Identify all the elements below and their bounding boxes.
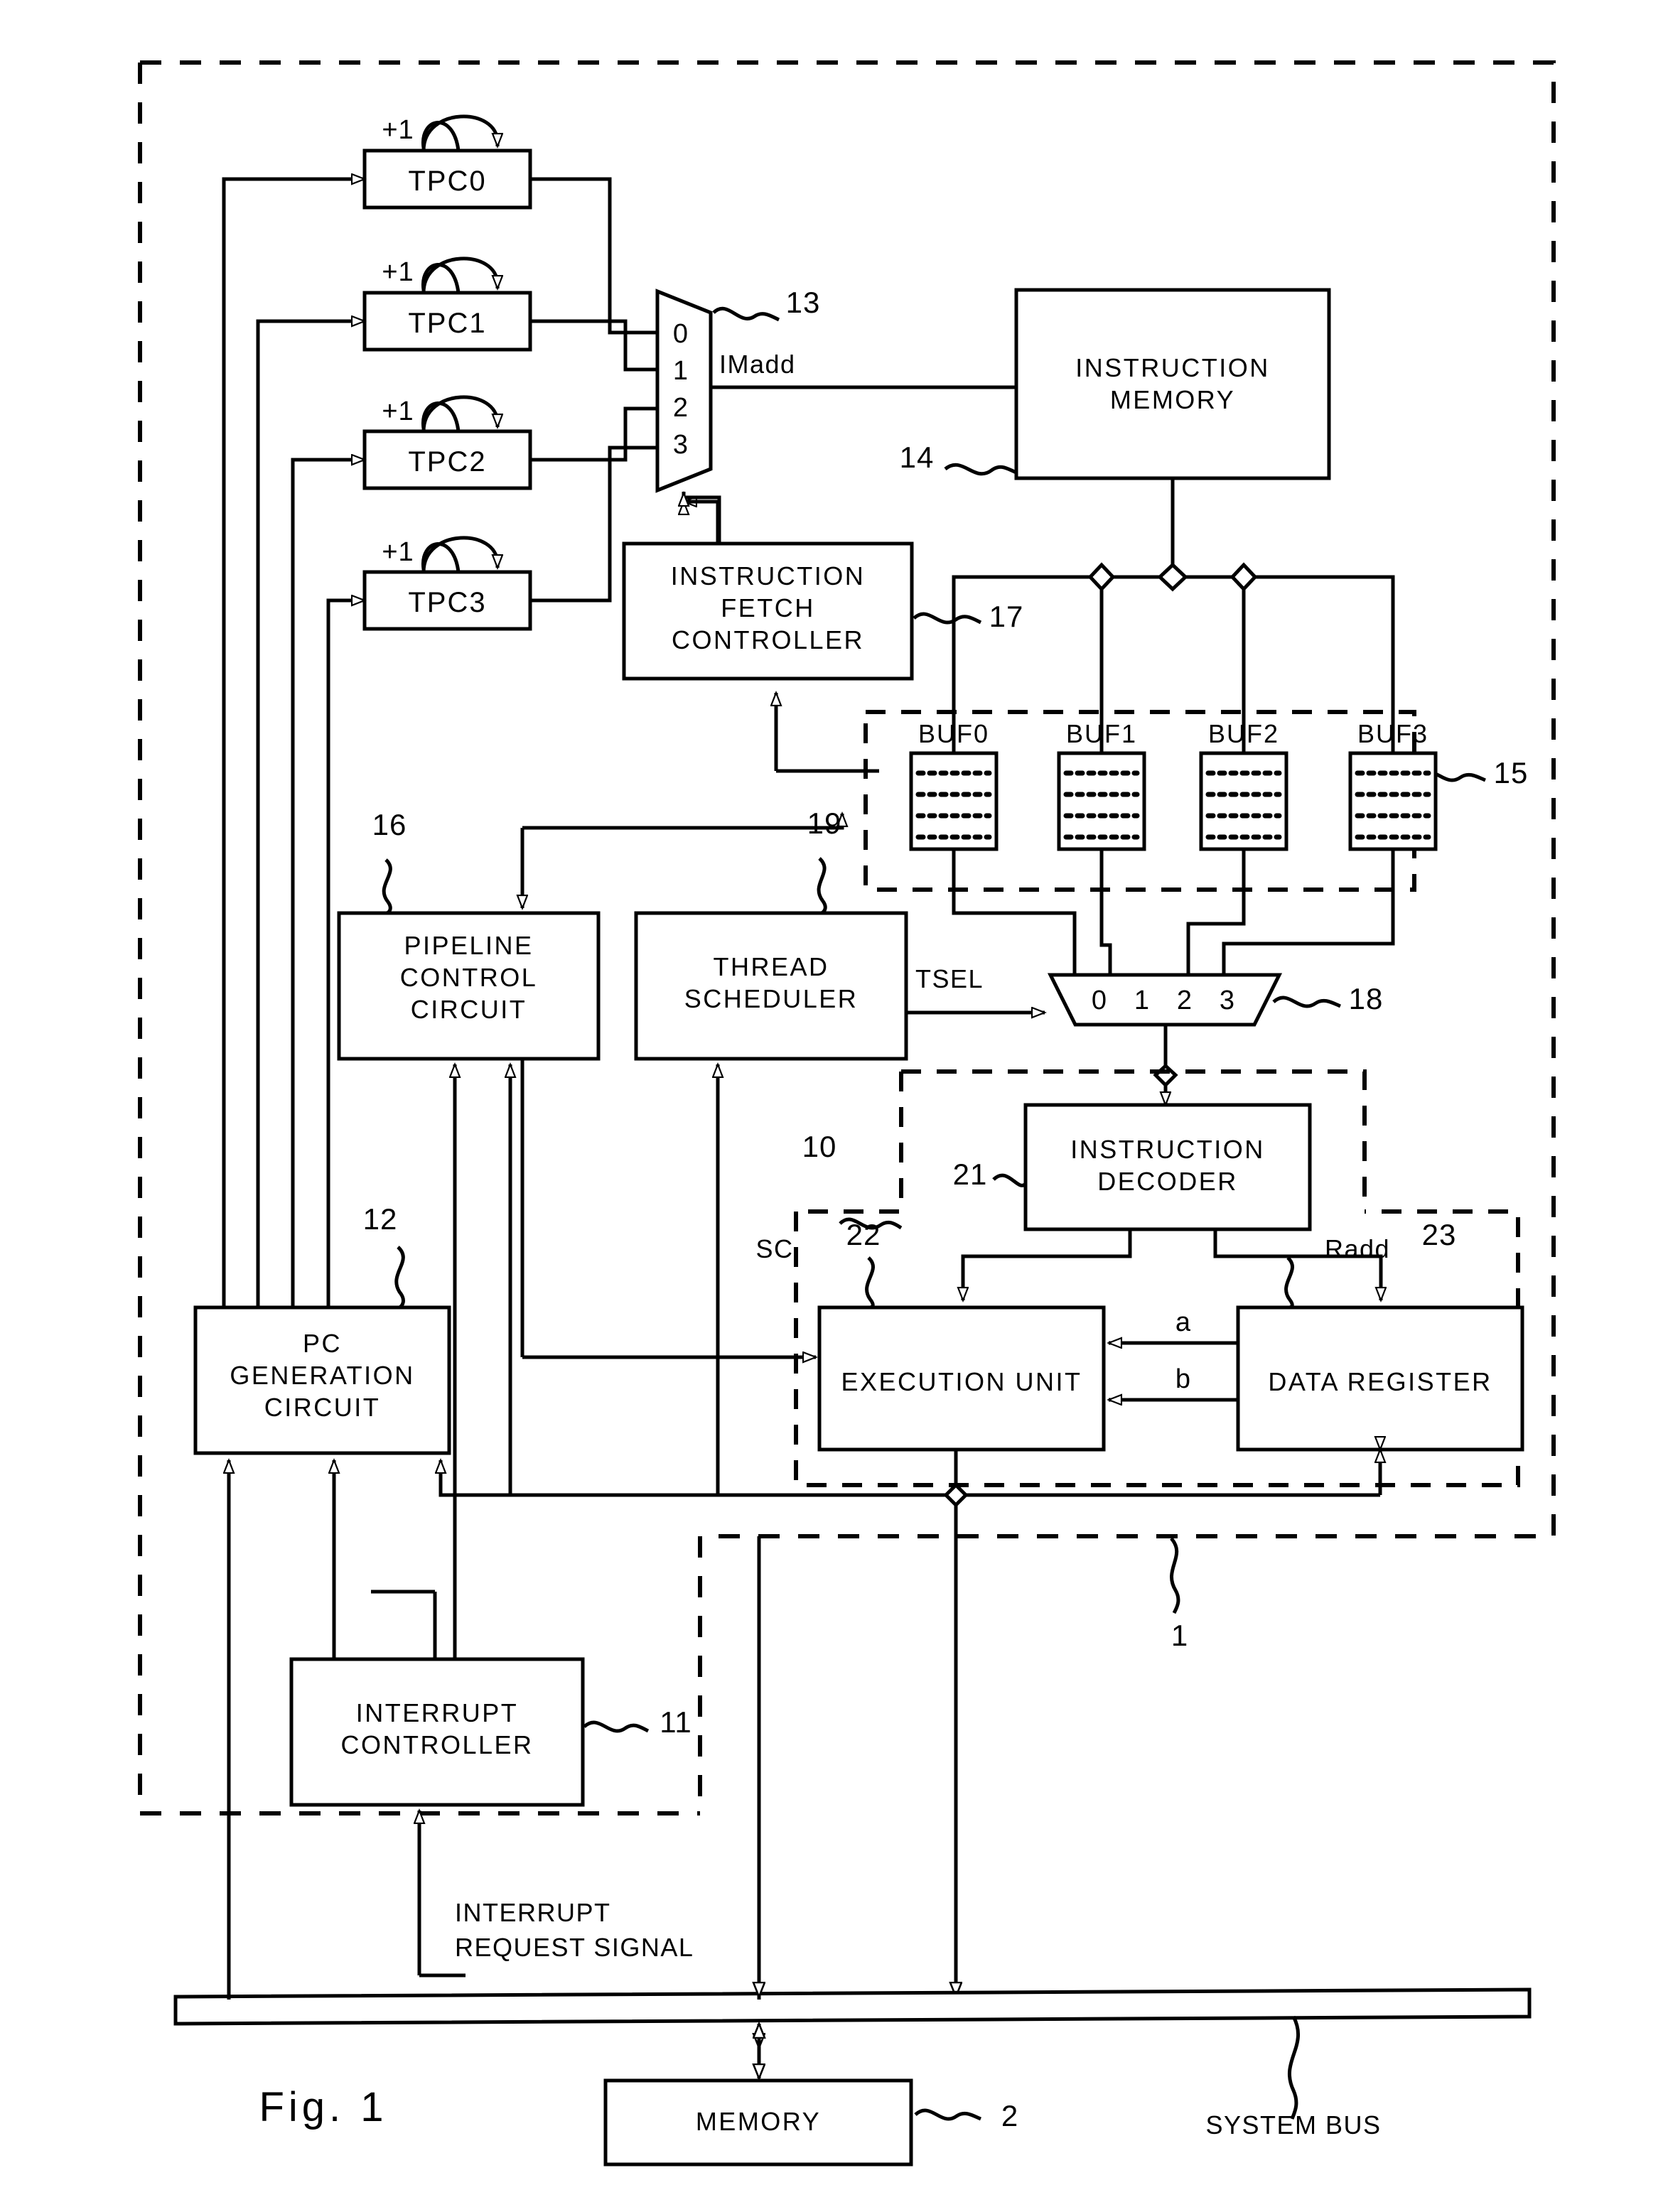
memory-box	[603, 2078, 913, 2167]
instruction-memory-box	[1014, 288, 1331, 480]
interrupt-controller-box	[289, 1657, 585, 1807]
system-bus-shape	[173, 1987, 1532, 2026]
figure-drawing	[138, 60, 1556, 2167]
pc-generation-circuit-box	[193, 1305, 451, 1455]
patent-figure-page: TPC0 TPC1 TPC2 TPC3 +1 +1 +1 +1 0 1 2 3 …	[0, 0, 1668, 2212]
tpc0-box	[362, 149, 532, 210]
tpc3-box	[362, 570, 532, 631]
data-register-box	[1236, 1305, 1524, 1452]
tpc1-box	[362, 291, 532, 352]
pipeline-control-circuit-box	[337, 911, 601, 1061]
instruction-decoder-box	[1023, 1103, 1312, 1231]
execution-unit-box	[817, 1305, 1106, 1452]
mux18-shape	[1047, 973, 1283, 1027]
mux13-shape	[655, 288, 713, 493]
instruction-fetch-controller-box	[622, 541, 914, 681]
thread-scheduler-box	[634, 911, 908, 1061]
tpc2-box	[362, 429, 532, 490]
